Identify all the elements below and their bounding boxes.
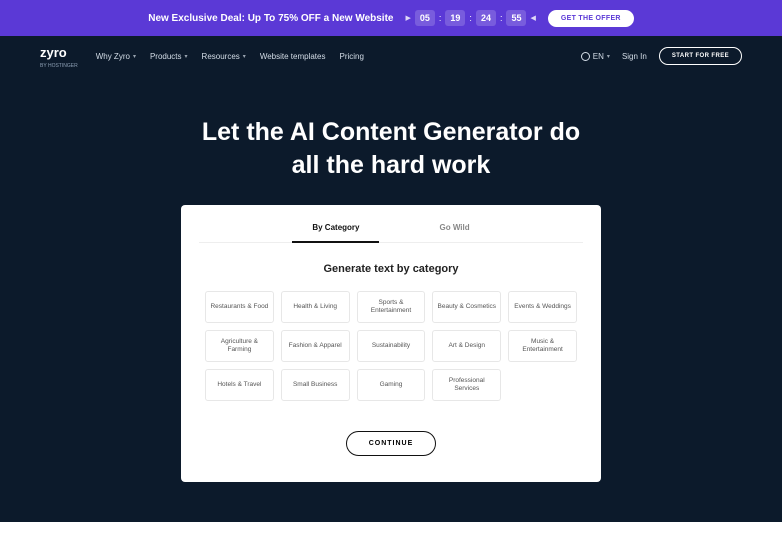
hero: Let the AI Content Generator do all the …	[0, 76, 782, 522]
navbar: zyro BY HOSTINGER Why Zyro▾ Products▾ Re…	[0, 36, 782, 76]
category-item[interactable]: Beauty & Cosmetics	[432, 291, 501, 323]
nav-link-why[interactable]: Why Zyro▾	[96, 52, 136, 61]
card-title: Generate text by category	[199, 263, 583, 275]
countdown: ▶ 05 : 19 : 24 : 55 ◀	[405, 10, 535, 26]
category-item[interactable]: Music & Entertainment	[508, 330, 577, 362]
promo-cta-button[interactable]: GET THE OFFER	[548, 10, 634, 27]
promo-text: New Exclusive Deal: Up To 75% OFF a New …	[148, 13, 393, 24]
category-item[interactable]: Fashion & Apparel	[281, 330, 350, 362]
nav-link-products[interactable]: Products▾	[150, 52, 188, 61]
language-selector[interactable]: EN ▾	[581, 52, 610, 61]
category-item[interactable]: Small Business	[281, 369, 350, 401]
category-grid: Restaurants & Food Health & Living Sport…	[199, 291, 583, 401]
countdown-hours: 19	[445, 10, 465, 26]
category-item[interactable]: Professional Services	[432, 369, 501, 401]
continue-button[interactable]: CONTINUE	[346, 431, 437, 456]
chevron-right-icon: ▶	[405, 14, 410, 22]
tabs: By Category Go Wild	[199, 223, 583, 243]
category-item[interactable]: Hotels & Travel	[205, 369, 274, 401]
chevron-down-icon: ▾	[133, 53, 136, 60]
tab-go-wild[interactable]: Go Wild	[429, 223, 479, 242]
countdown-seconds: 55	[506, 10, 526, 26]
chevron-left-icon: ◀	[530, 14, 535, 22]
start-free-button[interactable]: START FOR FREE	[659, 47, 742, 65]
logo[interactable]: zyro BY HOSTINGER	[40, 44, 78, 69]
category-item[interactable]: Sustainability	[357, 330, 426, 362]
category-item[interactable]: Health & Living	[281, 291, 350, 323]
hero-title: Let the AI Content Generator do all the …	[0, 116, 782, 181]
globe-icon	[581, 52, 590, 61]
category-item[interactable]: Gaming	[357, 369, 426, 401]
category-item[interactable]: Events & Weddings	[508, 291, 577, 323]
countdown-minutes: 24	[476, 10, 496, 26]
nav-link-resources[interactable]: Resources▾	[202, 52, 246, 61]
api-promo: Integrate Zyro AI tools into your app or…	[0, 522, 782, 539]
nav-link-pricing[interactable]: Pricing	[339, 52, 363, 61]
signin-link[interactable]: Sign In	[622, 52, 647, 61]
nav-link-templates[interactable]: Website templates	[260, 52, 326, 61]
category-item[interactable]: Agriculture & Farming	[205, 330, 274, 362]
generator-card: By Category Go Wild Generate text by cat…	[181, 205, 601, 482]
category-item[interactable]: Sports & Entertainment	[357, 291, 426, 323]
chevron-down-icon: ▾	[243, 53, 246, 60]
promo-bar: New Exclusive Deal: Up To 75% OFF a New …	[0, 0, 782, 36]
logo-subtext: BY HOSTINGER	[40, 63, 78, 69]
tab-by-category[interactable]: By Category	[302, 223, 369, 242]
countdown-days: 05	[415, 10, 435, 26]
category-item[interactable]: Art & Design	[432, 330, 501, 362]
chevron-down-icon: ▾	[607, 53, 610, 60]
chevron-down-icon: ▾	[185, 53, 188, 60]
logo-text: zyro	[40, 45, 67, 60]
category-item[interactable]: Restaurants & Food	[205, 291, 274, 323]
